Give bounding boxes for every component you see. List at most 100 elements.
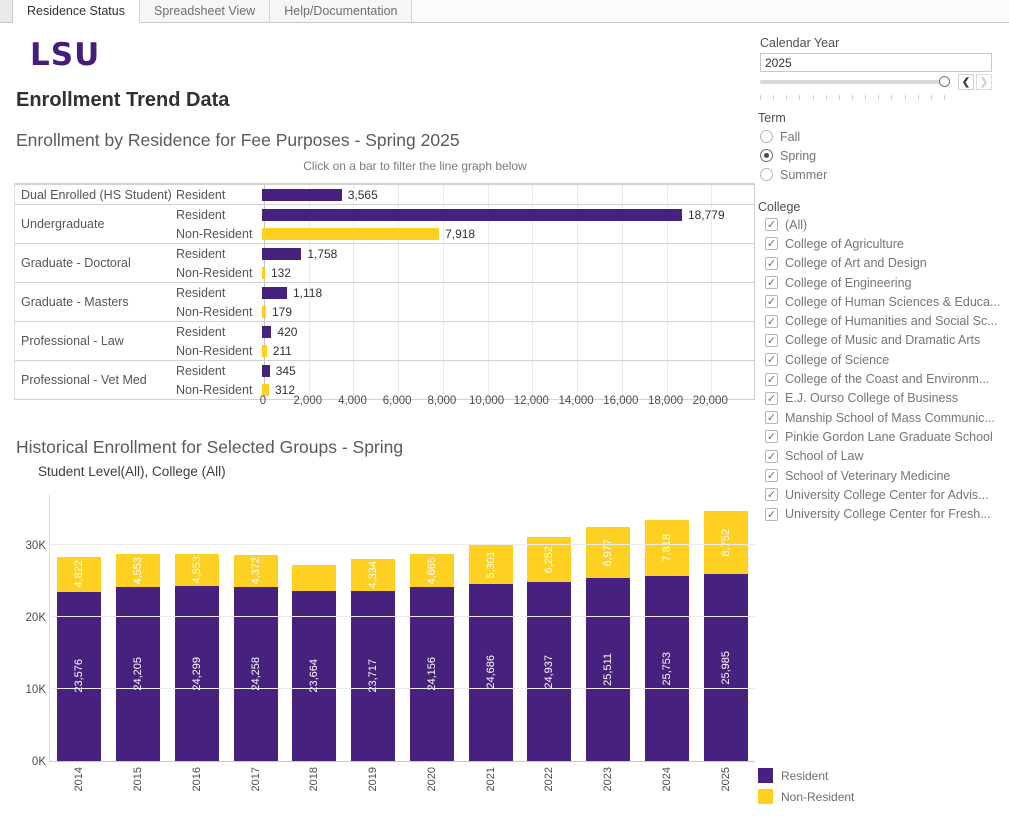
historical-stacked-bar-2017[interactable]: 4,37224,258 <box>234 495 278 761</box>
historical-stacked-bar-2024[interactable]: 7,81825,753 <box>645 495 689 761</box>
historical-segment-non-resident[interactable] <box>292 565 336 591</box>
college-option-college-of-music-and-dramatic-arts[interactable]: ✓ College of Music and Dramatic Arts <box>765 331 1000 350</box>
college-option-label: College of Music and Dramatic Arts <box>785 333 980 347</box>
checkbox-college-of-engineering[interactable]: ✓ <box>765 276 778 289</box>
historical-segment-non-resident[interactable]: 6,977 <box>586 527 630 577</box>
legend-item-non-resident[interactable]: Non-Resident <box>758 786 854 807</box>
historical-segment-resident[interactable]: 25,985 <box>704 574 748 761</box>
historical-stacked-bar-2022[interactable]: 6,25224,937 <box>527 495 571 761</box>
college-option-college-of-humanities-and-social-sc[interactable]: ✓College of Humanities and Social Sc... <box>765 311 1000 330</box>
radio-spring-selected[interactable] <box>760 149 773 162</box>
calendar-year-slider-track[interactable] <box>760 80 945 84</box>
residence-group-rows: Resident1,758Non-Resident132 <box>176 244 754 282</box>
checkbox-pinkie-gordon-lane-graduate-school[interactable]: ✓ <box>765 430 778 443</box>
slider-tick <box>799 95 800 100</box>
historical-segment-non-resident[interactable]: 4,665 <box>410 554 454 588</box>
residence-bar-graduate-doctoral-non-resident[interactable] <box>262 267 265 279</box>
historical-segment-value: 24,937 <box>543 655 555 689</box>
checkbox-all[interactable]: ✓ <box>765 218 778 231</box>
college-option-college-of-agriculture[interactable]: ✓College of Agriculture <box>765 234 1000 253</box>
historical-stacked-bar-2023[interactable]: 6,97725,511 <box>586 495 630 761</box>
college-option-school-of-veterinary-medicine[interactable]: ✓School of Veterinary Medicine <box>765 466 1000 485</box>
tab-help-documentation[interactable]: Help/Documentation <box>270 0 412 22</box>
radio-summer[interactable] <box>760 168 773 181</box>
checkbox-school-of-law[interactable]: ✓ <box>765 450 778 463</box>
historical-year-label: 2014 <box>73 767 85 796</box>
historical-segment-non-resident[interactable]: 4,372 <box>234 555 278 586</box>
historical-stacked-bar-2020[interactable]: 4,66524,156 <box>410 495 454 761</box>
historical-segment-resident[interactable]: 24,686 <box>469 584 513 761</box>
historical-segment-resident[interactable]: 24,205 <box>116 587 160 761</box>
historical-segment-resident[interactable]: 24,156 <box>410 587 454 761</box>
checkbox-e-j-ourso-college-of-business[interactable]: ✓ <box>765 392 778 405</box>
residence-type-label: Resident <box>176 325 262 339</box>
checkbox-college-of-art-and-design[interactable]: ✓ <box>765 257 778 270</box>
historical-stacked-bar-2014[interactable]: 4,82223,576 <box>57 495 101 761</box>
historical-segment-non-resident[interactable]: 4,822 <box>57 557 101 592</box>
tab-residence-status[interactable]: Residence Status <box>13 0 140 23</box>
calendar-year-input[interactable] <box>760 53 992 72</box>
checkbox-college-of-agriculture[interactable]: ✓ <box>765 237 778 250</box>
checkbox-school-of-veterinary-medicine[interactable]: ✓ <box>765 469 778 482</box>
college-option-university-college-center-for-advis[interactable]: ✓University College Center for Advis... <box>765 485 1000 504</box>
college-option-college-of-human-sciences-educa[interactable]: ✓College of Human Sciences & Educa... <box>765 292 1000 311</box>
residence-bar-graduate-masters-resident[interactable] <box>262 287 287 299</box>
historical-segment-non-resident[interactable]: 4,553 <box>175 554 219 587</box>
historical-segment-non-resident[interactable]: 5,301 <box>469 545 513 583</box>
residence-bar-graduate-doctoral-resident[interactable] <box>262 248 301 260</box>
historical-stacked-bar-2025[interactable]: 8,75225,985 <box>704 495 748 761</box>
residence-bar-undergraduate-non-resident[interactable] <box>262 228 439 240</box>
historical-stacked-bar-2018[interactable]: 23,664 <box>292 495 336 761</box>
historical-stacked-bar-2019[interactable]: 4,33423,717 <box>351 495 395 761</box>
historical-stacked-bar-2016[interactable]: 4,55324,299 <box>175 495 219 761</box>
term-option-summer[interactable]: Summer <box>760 165 827 184</box>
college-option-all[interactable]: ✓(All) <box>765 215 1000 234</box>
historical-stacked-bar-2015[interactable]: 4,55324,205 <box>116 495 160 761</box>
college-option-college-of-art-and-design[interactable]: ✓College of Art and Design <box>765 254 1000 273</box>
checkbox-college-of-the-coast-and-environm[interactable]: ✓ <box>765 373 778 386</box>
tab-spreadsheet-view[interactable]: Spreadsheet View <box>140 0 270 22</box>
residence-bar-row: Resident18,779 <box>176 205 754 224</box>
historical-segment-resident[interactable]: 24,258 <box>234 587 278 761</box>
checkbox-college-of-humanities-and-social-sc[interactable]: ✓ <box>765 315 778 328</box>
college-option-college-of-science[interactable]: ✓College of Science <box>765 350 1000 369</box>
college-option-school-of-law[interactable]: ✓School of Law <box>765 447 1000 466</box>
historical-segment-non-resident[interactable]: 7,818 <box>645 520 689 576</box>
checkbox-university-college-center-for-advis[interactable]: ✓ <box>765 488 778 501</box>
college-option-university-college-center-for-fresh[interactable]: ✓University College Center for Fresh... <box>765 504 1000 523</box>
residence-bar-dual-enrolled-hs-student-resident[interactable] <box>262 189 342 201</box>
historical-segment-resident[interactable]: 24,299 <box>175 586 219 761</box>
calendar-year-prev-button[interactable]: ❮ <box>958 74 974 90</box>
term-option-spring[interactable]: Spring <box>760 146 827 165</box>
college-option-college-of-engineering[interactable]: ✓College of Engineering <box>765 273 1000 292</box>
residence-bar-professional-law-resident[interactable] <box>262 326 271 338</box>
residence-bar-undergraduate-resident[interactable] <box>262 209 682 221</box>
residence-bar-professional-vet-med-resident[interactable] <box>262 365 270 377</box>
term-option-fall[interactable]: Fall <box>760 127 827 146</box>
historical-segment-non-resident[interactable]: 8,752 <box>704 511 748 574</box>
college-option-e-j-ourso-college-of-business[interactable]: ✓E.J. Ourso College of Business <box>765 389 1000 408</box>
college-option-manship-school-of-mass-communic[interactable]: ✓Manship School of Mass Communic... <box>765 408 1000 427</box>
checkbox-university-college-center-for-fresh[interactable]: ✓ <box>765 508 778 521</box>
historical-chart-gridline <box>50 544 755 545</box>
historical-segment-resident[interactable]: 25,753 <box>645 576 689 761</box>
college-option-pinkie-gordon-lane-graduate-school[interactable]: ✓Pinkie Gordon Lane Graduate School <box>765 427 1000 446</box>
college-option-college-of-the-coast-and-environm[interactable]: ✓College of the Coast and Environm... <box>765 369 1000 388</box>
residence-bar-professional-vet-med-non-resident[interactable] <box>262 384 269 396</box>
historical-segment-non-resident[interactable]: 4,553 <box>116 554 160 587</box>
residence-bar-row: Resident3,565 <box>176 185 754 204</box>
calendar-year-slider-handle[interactable] <box>939 76 950 87</box>
checkbox-college-of-human-sciences-educa[interactable]: ✓ <box>765 295 778 308</box>
checkbox-manship-school-of-mass-communic[interactable]: ✓ <box>765 411 778 424</box>
checkbox-college-of-music-and-dramatic-arts[interactable]: ✓ <box>765 334 778 347</box>
historical-stacked-bar-2021[interactable]: 5,30124,686 <box>469 495 513 761</box>
radio-fall[interactable] <box>760 130 773 143</box>
residence-bar-professional-law-non-resident[interactable] <box>262 345 267 357</box>
historical-segment-resident[interactable]: 24,937 <box>527 582 571 761</box>
checkbox-college-of-science[interactable]: ✓ <box>765 353 778 366</box>
historical-segment-non-resident[interactable]: 4,334 <box>351 559 395 590</box>
residence-bar-graduate-masters-non-resident[interactable] <box>262 306 266 318</box>
calendar-year-next-button[interactable]: ❯ <box>976 74 992 90</box>
legend-item-resident[interactable]: Resident <box>758 765 854 786</box>
historical-segment-resident[interactable]: 25,511 <box>586 578 630 761</box>
